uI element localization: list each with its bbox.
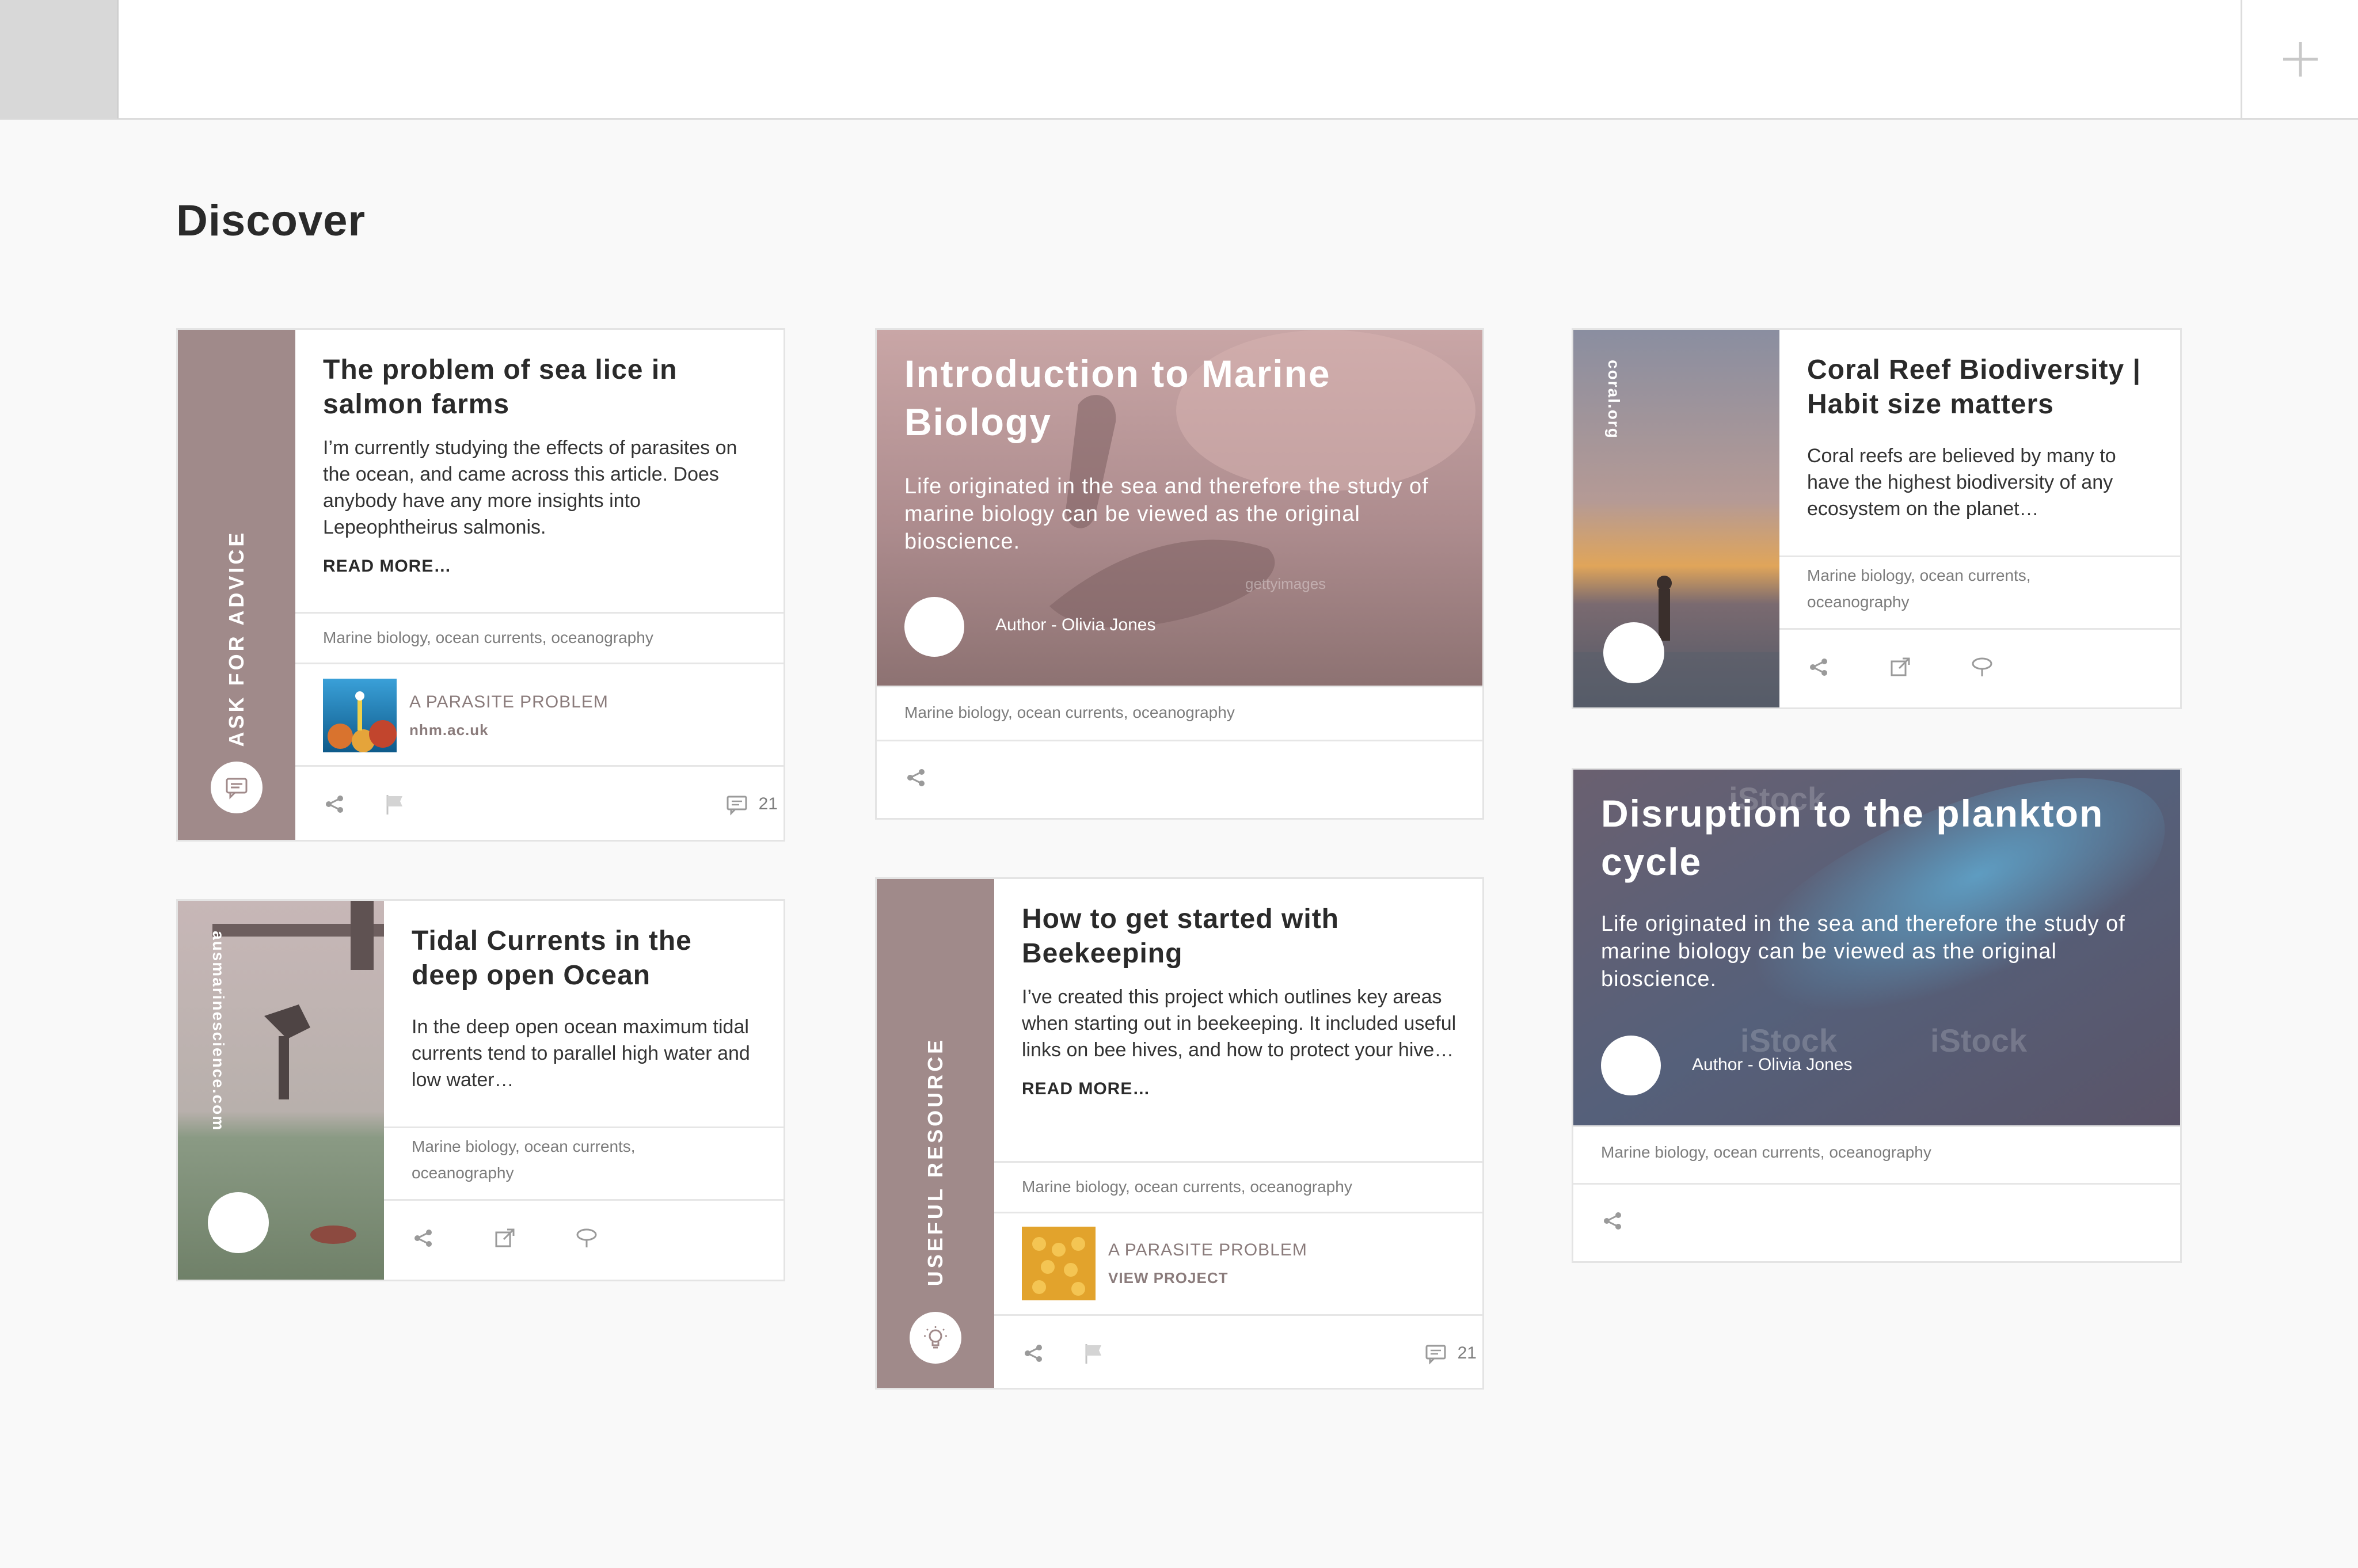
lightbulb-icon <box>924 1326 947 1349</box>
author-name[interactable]: Author - Olivia Jones <box>995 615 1155 635</box>
flag-icon[interactable] <box>383 793 406 816</box>
hero-image: gettyimages Introduction to Marine Biolo… <box>877 330 1482 686</box>
linked-project[interactable]: A PARASITE PROBLEM VIEW PROJECT <box>1022 1227 1307 1300</box>
read-more-link[interactable]: READ MORE… <box>1022 1079 1459 1099</box>
category-strip: ASK FOR ADVICE <box>178 330 295 840</box>
source-avatar[interactable] <box>208 1192 269 1253</box>
watermark: iStock <box>1740 1022 1838 1059</box>
comment-category-badge <box>211 762 263 813</box>
card-tags[interactable]: Marine biology, ocean currents, oceanogr… <box>412 1133 699 1186</box>
reef-thumbnail <box>323 679 397 752</box>
read-more-link[interactable]: READ MORE… <box>323 557 760 576</box>
external-link-icon[interactable] <box>1889 656 1912 679</box>
source-url[interactable]: coral.org <box>1604 360 1623 439</box>
resource-source: nhm.ac.uk <box>409 721 489 739</box>
category-strip: USEFUL RESOURCE <box>877 879 994 1388</box>
author-avatar[interactable] <box>904 597 964 657</box>
card-body: I’m currently studying the effects of pa… <box>323 437 737 538</box>
card-tags[interactable]: Marine biology, ocean currents, oceanogr… <box>1807 562 2129 615</box>
advice-card[interactable]: ASK FOR ADVICE The problem of sea lice i… <box>176 328 785 842</box>
lightbulb-category-badge <box>910 1312 961 1364</box>
honeycomb-thumbnail <box>1022 1227 1096 1300</box>
resource-title: A PARASITE PROBLEM <box>409 692 608 711</box>
card-tags[interactable]: Marine biology, ocean currents, oceanogr… <box>904 699 1235 726</box>
card-title[interactable]: Introduction to Marine Biology <box>904 349 1342 446</box>
category-label: ASK FOR ADVICE <box>225 530 248 747</box>
share-icon[interactable] <box>1601 1209 1624 1232</box>
plus-icon <box>2283 42 2318 77</box>
external-link-icon[interactable] <box>493 1227 516 1250</box>
card-title[interactable]: Disruption to the plankton cycle <box>1601 789 2119 886</box>
source-avatar[interactable] <box>1603 622 1664 683</box>
speech-bubble-icon <box>226 778 248 800</box>
card-body: Life originated in the sea and therefore… <box>1601 912 2125 991</box>
top-bar <box>0 0 2358 120</box>
card-body: Coral reefs are believed by many to have… <box>1807 445 2116 520</box>
watermark: iStock <box>1930 1022 2028 1059</box>
category-label: USEFUL RESOURCE <box>923 1037 947 1287</box>
add-button[interactable] <box>2241 0 2358 119</box>
flag-icon[interactable] <box>1082 1342 1105 1365</box>
logo-placeholder[interactable] <box>0 0 119 119</box>
article-card[interactable]: gettyimages Introduction to Marine Biolo… <box>875 328 1484 820</box>
hero-image: iStock iStock iStock Disruption to the p… <box>1573 770 2180 1125</box>
share-icon[interactable] <box>412 1227 435 1250</box>
share-icon[interactable] <box>904 766 927 789</box>
coral-image: coral.org <box>1573 330 1779 707</box>
card-tags[interactable]: Marine biology, ocean currents, oceanogr… <box>323 625 653 651</box>
view-project-link[interactable]: VIEW PROJECT <box>1108 1269 1307 1287</box>
comment-icon[interactable] <box>725 793 748 816</box>
comment-count: 21 <box>1457 1344 1477 1363</box>
pin-icon[interactable] <box>1971 656 1994 679</box>
author-avatar[interactable] <box>1601 1036 1661 1095</box>
article-card[interactable]: iStock iStock iStock Disruption to the p… <box>1572 768 2182 1263</box>
resource-card[interactable]: USEFUL RESOURCE How to get started with … <box>875 877 1484 1390</box>
card-title[interactable]: Coral Reef Biodiversity | Habit size mat… <box>1807 353 2157 422</box>
share-icon[interactable] <box>1807 656 1830 679</box>
share-icon[interactable] <box>1022 1342 1045 1365</box>
project-title: A PARASITE PROBLEM <box>1108 1240 1307 1259</box>
comment-icon[interactable] <box>1424 1342 1447 1365</box>
card-body: I’ve created this project which outlines… <box>1022 986 1456 1061</box>
card-body: In the deep open ocean maximum tidal cur… <box>412 1016 750 1091</box>
card-tags[interactable]: Marine biology, ocean currents, oceanogr… <box>1601 1139 1931 1166</box>
card-body: Life originated in the sea and therefore… <box>904 474 1429 554</box>
card-title[interactable]: The problem of sea lice in salmon farms <box>323 353 760 422</box>
card-title[interactable]: How to get started with Beekeeping <box>1022 902 1459 971</box>
share-icon[interactable] <box>323 793 346 816</box>
diver-image: ausmarinescience.com <box>178 901 384 1280</box>
source-url[interactable]: ausmarinescience.com <box>209 931 227 1131</box>
watermark: gettyimages <box>1245 575 1326 592</box>
link-card[interactable]: ausmarinescience.com Tidal Currents in t… <box>176 899 785 1281</box>
card-tags[interactable]: Marine biology, ocean currents, oceanogr… <box>1022 1174 1352 1200</box>
linked-resource[interactable]: A PARASITE PROBLEM nhm.ac.uk <box>323 679 608 752</box>
link-card[interactable]: coral.org Coral Reef Biodiversity | Habi… <box>1572 328 2182 709</box>
pin-icon[interactable] <box>575 1227 598 1250</box>
comment-count: 21 <box>758 794 778 813</box>
card-title[interactable]: Tidal Currents in the deep open Ocean <box>412 924 760 993</box>
author-name[interactable]: Author - Olivia Jones <box>1692 1055 1852 1075</box>
page-title: Discover <box>176 196 366 245</box>
